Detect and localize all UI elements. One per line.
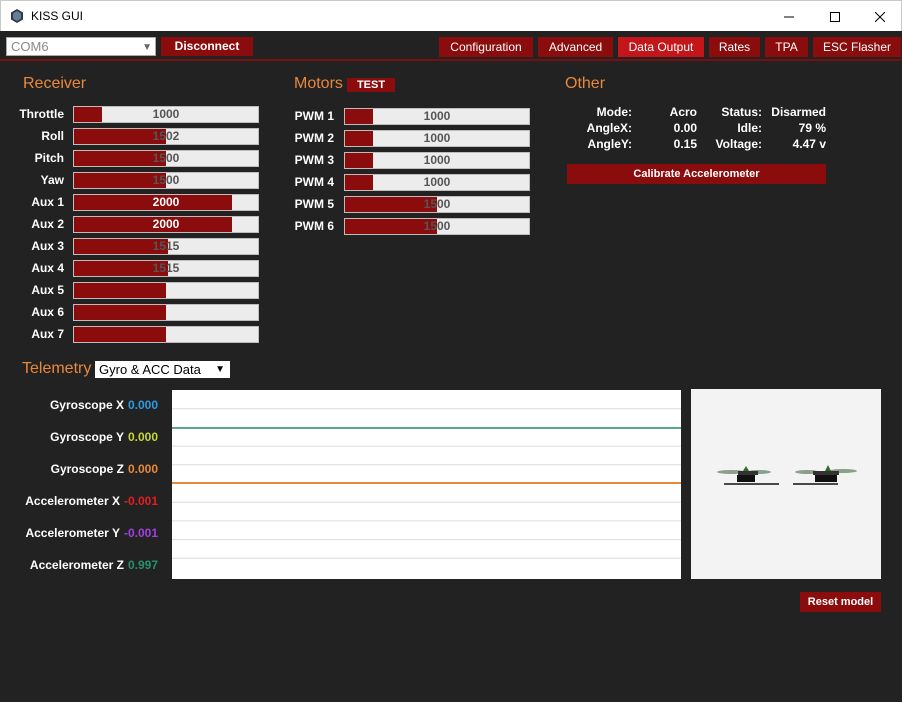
angley-label: AngleY: [587, 137, 632, 151]
telemetry-series-value: 0.000 [127, 462, 158, 476]
telemetry-series-value: 0.997 [127, 558, 158, 572]
motor-channel-bar: 1000 [344, 174, 530, 191]
quad-model-view[interactable] [691, 389, 881, 579]
disconnect-button[interactable]: Disconnect [161, 37, 253, 56]
idle-value: 79 % [798, 121, 826, 135]
chevron-down-icon: ▼ [215, 364, 225, 375]
anglex-label: AngleX: [586, 121, 632, 135]
other-title: Other [565, 75, 606, 92]
motor-channel-value: 1500 [423, 197, 451, 211]
quad-model-left [717, 466, 779, 485]
angley-value: 0.15 [673, 137, 697, 151]
motor-channel-value: 1000 [423, 153, 451, 167]
mode-value: Acro [669, 105, 697, 119]
minimize-icon[interactable] [766, 1, 812, 32]
telemetry-series-item: Accelerometer Z 0.997 [30, 558, 158, 572]
telemetry-series-item: Accelerometer X -0.001 [25, 494, 158, 508]
motor-channel-label: PWM 4 [294, 175, 334, 189]
quad-model-right [793, 465, 857, 485]
telemetry-series-value: -0.001 [123, 494, 158, 508]
maximize-icon[interactable] [812, 1, 858, 32]
telemetry-series-label: Gyroscope Y [50, 430, 124, 444]
telemetry-series-label: Gyroscope Z [50, 462, 124, 476]
tab-rates[interactable]: Rates [709, 37, 760, 57]
motor-channel-bar: 1000 [344, 152, 530, 169]
motor-channel-bar: 1500 [344, 196, 530, 213]
telemetry-series-label: Accelerometer Y [25, 526, 120, 540]
voltage-label: Voltage: [715, 137, 762, 151]
tab-advanced[interactable]: Advanced [538, 37, 613, 57]
motor-channel-value: 1000 [423, 131, 451, 145]
tab-configuration[interactable]: Configuration [439, 37, 533, 57]
motor-channel-value: 1000 [423, 175, 451, 189]
telemetry-series-value: 0.000 [127, 398, 158, 412]
tab-esc-flasher[interactable]: ESC Flasher [813, 37, 901, 57]
status-label: Status: [721, 105, 762, 119]
tab-tpa[interactable]: TPA [765, 37, 808, 57]
tab-data-output[interactable]: Data Output [618, 37, 704, 57]
telemetry-series-item: Accelerometer Y -0.001 [25, 526, 158, 540]
motor-channel-bar: 1500 [344, 218, 530, 235]
telemetry-series-item: Gyroscope X 0.000 [50, 398, 158, 412]
telemetry-graph-svg [172, 408, 681, 559]
telemetry-series-item: Gyroscope Y 0.000 [50, 430, 158, 444]
motor-channel-value: 1000 [423, 109, 451, 123]
motor-channel-value: 1500 [423, 219, 451, 233]
motor-channel-bar: 1000 [344, 108, 530, 125]
telemetry-series-label: Accelerometer Z [29, 558, 124, 572]
telemetry-series-value: -0.001 [123, 526, 158, 540]
anglex-value: 0.00 [673, 121, 697, 135]
telemetry-graph [172, 390, 681, 579]
telemetry-legend: Gyroscope X 0.000 Gyroscope Y 0.000 Gyroscop… [0, 0, 158, 702]
motor-channel-label: PWM 2 [294, 131, 334, 145]
reset-model-button[interactable]: Reset model [800, 592, 881, 612]
motor-channel-label: PWM 5 [294, 197, 334, 211]
motor-channel-label: PWM 6 [294, 219, 334, 233]
close-icon[interactable] [857, 1, 902, 32]
status-value: Disarmed [771, 105, 826, 119]
mode-label: Mode: [596, 105, 632, 119]
voltage-value: 4.47 v [792, 137, 826, 151]
motor-channel-label: PWM 3 [294, 153, 334, 167]
test-button[interactable]: TEST [347, 78, 395, 92]
telemetry-series-label: Gyroscope X [49, 398, 124, 412]
motor-channel-bar: 1000 [344, 130, 530, 147]
motors-title: Motors [294, 75, 343, 92]
calibrate-accelerometer-button[interactable]: Calibrate Accelerometer [567, 164, 826, 184]
idle-label: Idle: [737, 121, 762, 135]
telemetry-series-label: Accelerometer X [25, 494, 120, 508]
telemetry-series-item: Gyroscope Z 0.000 [51, 462, 158, 476]
motor-channel-label: PWM 1 [294, 109, 334, 123]
quadcopter-model-icon [717, 465, 857, 485]
telemetry-series-value: 0.000 [127, 430, 158, 444]
